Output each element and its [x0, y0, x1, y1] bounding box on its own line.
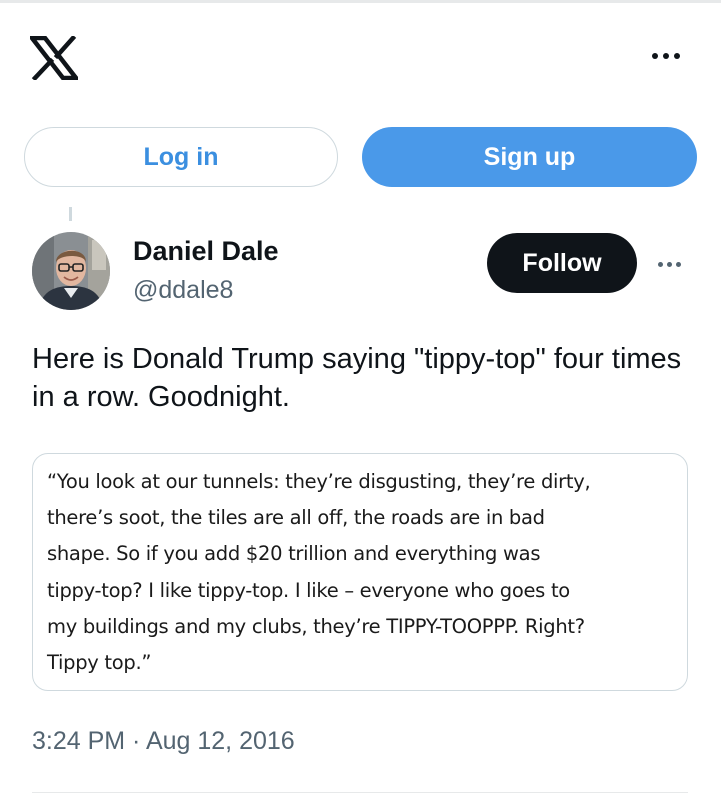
quote-line: tippy-top? I like tippy-top. I like – ev… — [47, 578, 570, 602]
quote-line: shape. So if you add $20 trillion and ev… — [47, 542, 541, 566]
tweet-timestamp[interactable]: 3:24 PM · Aug 12, 2016 — [32, 724, 295, 758]
quote-image-text: “You look at our tunnels: they’re disgus… — [47, 464, 673, 681]
author-handle[interactable]: @ddale8 — [133, 274, 233, 306]
follow-button[interactable]: Follow — [487, 233, 637, 293]
signup-button[interactable]: Sign up — [362, 127, 697, 187]
quote-image-card[interactable]: “You look at our tunnels: they’re disgus… — [32, 453, 688, 691]
more-options-icon[interactable] — [646, 44, 686, 68]
thread-connector — [69, 207, 72, 221]
bottom-divider — [32, 792, 688, 793]
quote-line: my buildings and my clubs, they’re TIPPY… — [47, 614, 585, 638]
quote-line: Tippy top.” — [47, 651, 152, 675]
top-divider — [0, 0, 721, 3]
login-button[interactable]: Log in — [24, 127, 338, 187]
quote-line: “You look at our tunnels: they’re disgus… — [47, 470, 591, 493]
x-logo-icon[interactable] — [27, 34, 81, 82]
author-name[interactable]: Daniel Dale — [133, 234, 279, 268]
avatar[interactable] — [32, 232, 110, 310]
tweet-text: Here is Donald Trump saying "tippy-top" … — [32, 343, 682, 413]
quote-line: there’s soot, the tiles are all off, the… — [47, 506, 545, 530]
tweet-more-icon[interactable] — [652, 254, 686, 274]
